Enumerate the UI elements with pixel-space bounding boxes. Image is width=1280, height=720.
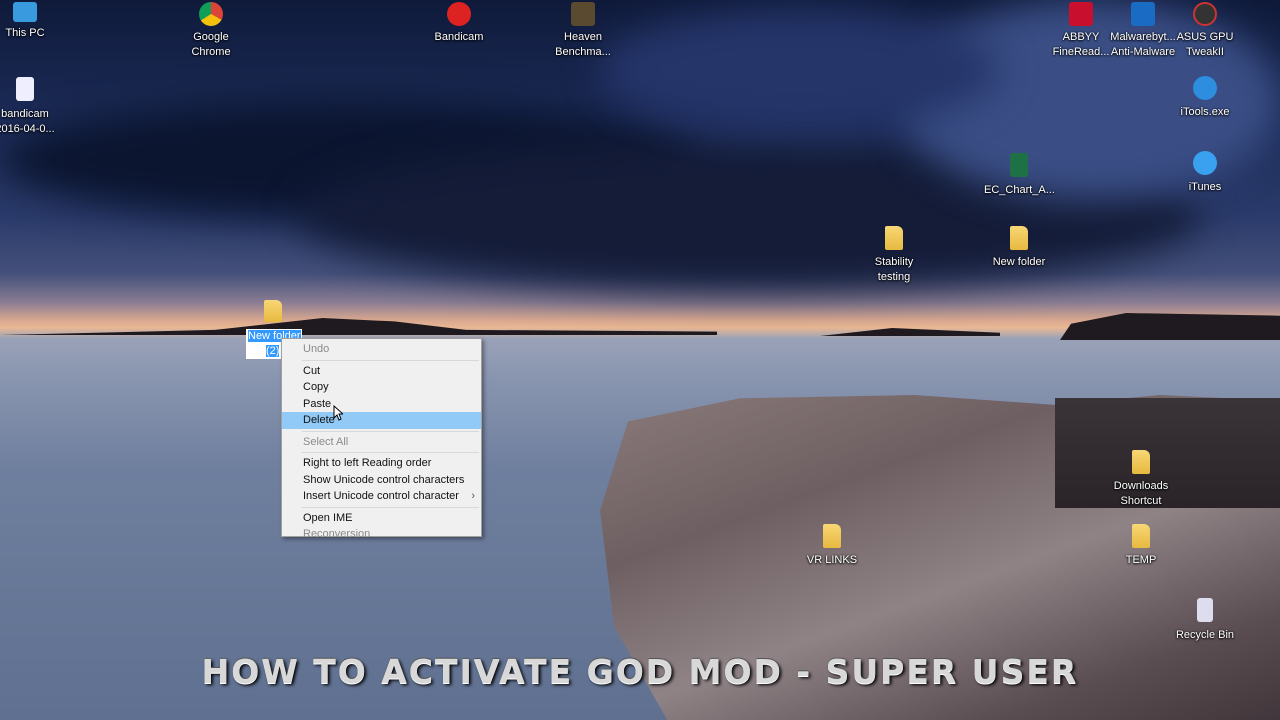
menu-separator (302, 452, 479, 453)
menu-item-undo[interactable]: Undo (282, 341, 481, 358)
desktop-icon-downloads-shortcut[interactable]: Downloads Shortcut (1106, 450, 1176, 509)
desktop-icon-heaven[interactable]: Heaven Benchma... (548, 2, 618, 60)
menu-separator (302, 359, 479, 361)
recycle-bin-icon (1197, 598, 1213, 622)
desktop-icon-bandicam-video[interactable]: bandicam 2016-04-0... (0, 77, 60, 137)
folder-icon (823, 524, 841, 548)
desktop-icon-asus-gpu[interactable]: ASUS GPU TweakII (1170, 2, 1240, 60)
menu-item-insert-unicode[interactable]: Insert Unicode control character › (282, 488, 481, 505)
menu-item-open-ime[interactable]: Open IME (282, 510, 481, 527)
menu-separator (302, 506, 479, 508)
desktop-icon-chrome[interactable]: Google Chrome (176, 2, 246, 60)
desktop-icon-this-pc[interactable]: This PC (0, 2, 60, 41)
desktop-icon-malwarebytes[interactable]: Malwarebyt... Anti-Malware (1106, 2, 1180, 60)
desktop-icon-new-folder[interactable]: New folder (984, 226, 1054, 270)
video-file-icon (16, 77, 34, 101)
folder-icon (885, 226, 903, 250)
desktop-icon-recycle-bin[interactable]: Recycle Bin (1170, 598, 1240, 643)
menu-item-delete[interactable]: Delete (282, 412, 481, 429)
menu-item-rtl-reading-order[interactable]: Right to left Reading order (282, 455, 481, 472)
folder-icon (1010, 226, 1028, 250)
computer-icon (13, 2, 37, 22)
folder-shortcut-icon (1132, 450, 1150, 474)
heaven-icon (571, 2, 595, 26)
chrome-icon (199, 2, 223, 26)
desktop-icon-temp[interactable]: TEMP (1106, 524, 1176, 568)
desktop-icon-bandicam[interactable]: Bandicam (424, 2, 494, 45)
chevron-right-icon: › (471, 490, 475, 502)
menu-separator (302, 430, 479, 432)
itunes-icon (1193, 151, 1217, 175)
menu-item-select-all[interactable]: Select All (282, 434, 481, 451)
menu-item-show-unicode[interactable]: Show Unicode control characters (282, 472, 481, 489)
menu-item-cut[interactable]: Cut (282, 363, 481, 380)
menu-item-copy[interactable]: Copy (282, 379, 481, 396)
desktop-icon-vr-links[interactable]: VR LINKS (797, 524, 867, 568)
folder-icon (264, 300, 282, 322)
mouse-cursor-icon (333, 405, 343, 421)
bandicam-icon (447, 2, 471, 26)
desktop-icon-ec-chart[interactable]: EC_Chart_A... (984, 153, 1055, 198)
excel-icon (1010, 153, 1028, 177)
menu-item-reconversion[interactable]: Reconversion (282, 526, 481, 543)
desktop-icon-itools[interactable]: iTools.exe (1170, 76, 1240, 120)
folder-icon (1132, 524, 1150, 548)
desktop-icon-stability-testing[interactable]: Stability testing (859, 226, 929, 285)
context-menu: Undo Cut Copy Paste Delete Select All Ri… (281, 338, 482, 540)
video-overlay-title: HOW TO ACTIVATE GOD MOD - SUPER USER (201, 652, 1079, 691)
malwarebytes-icon (1131, 2, 1155, 26)
asus-icon (1193, 2, 1217, 26)
desktop-icon-itunes[interactable]: iTunes (1170, 151, 1240, 195)
itools-icon (1193, 76, 1217, 100)
menu-item-paste[interactable]: Paste (282, 396, 481, 413)
abbyy-icon (1069, 2, 1093, 26)
